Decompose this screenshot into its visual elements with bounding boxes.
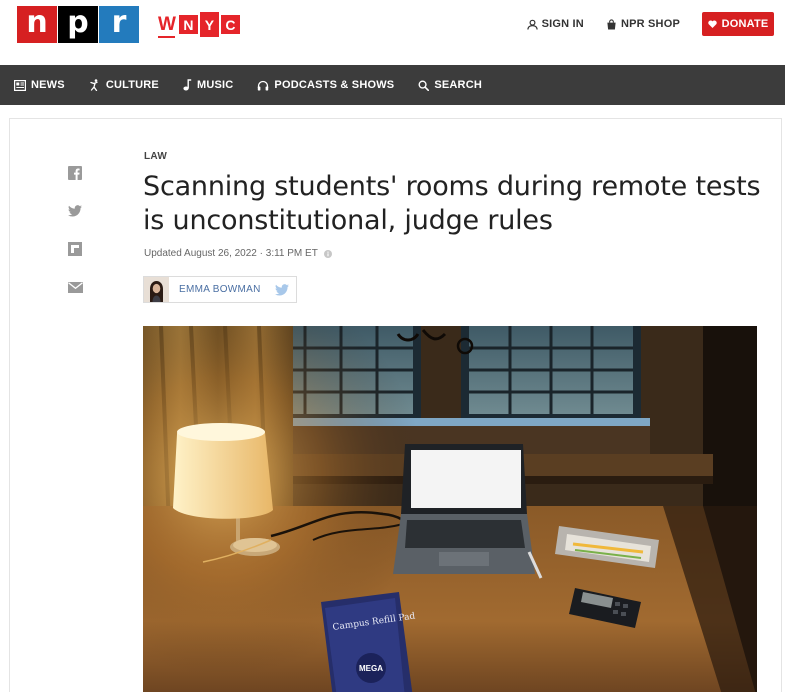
author-twitter-link[interactable] — [274, 283, 289, 296]
share-email-button[interactable] — [67, 279, 83, 295]
lead-photo[interactable]: Campus Refill Pad MEGA — [143, 326, 757, 692]
article-dateline: Updated August 26, 2022 · 3:11 PM ET — [144, 248, 332, 259]
site-header: n p r W N Y C SIGN IN NPR SHOP DONATE — [0, 0, 785, 65]
share-twitter-button[interactable] — [67, 203, 83, 219]
share-flipboard-button[interactable] — [67, 241, 83, 257]
wnyc-logo-letter-c: C — [220, 15, 240, 34]
share-facebook-button[interactable] — [67, 165, 83, 181]
music-note-icon — [183, 79, 192, 91]
main-nav: NEWS CULTURE MUSIC PODCASTS & SHOWS SEAR… — [0, 65, 785, 105]
author-name-link[interactable]: EMMA BOWMAN — [179, 284, 261, 295]
wnyc-logo[interactable]: W N Y C — [158, 6, 240, 43]
donate-label: DONATE — [721, 18, 769, 30]
wnyc-logo-letter-n: N — [178, 15, 198, 34]
donate-button[interactable]: DONATE — [702, 12, 774, 36]
user-icon — [526, 19, 538, 30]
author-avatar[interactable] — [144, 277, 169, 302]
updated-timestamp: Updated August 26, 2022 · 3:11 PM ET — [144, 248, 318, 259]
article-headline: Scanning students' rooms during remote t… — [143, 171, 761, 236]
sign-in-link[interactable]: SIGN IN — [526, 18, 584, 30]
nav-item-search[interactable]: SEARCH — [418, 79, 482, 91]
npr-logo-letter-n: n — [17, 6, 57, 43]
info-icon[interactable] — [323, 249, 332, 258]
flipboard-icon — [68, 242, 82, 256]
npr-shop-link[interactable]: NPR SHOP — [606, 18, 680, 30]
npr-logo[interactable]: n p r — [17, 6, 140, 43]
nav-item-culture-label: CULTURE — [105, 79, 159, 91]
share-tools — [67, 165, 83, 317]
twitter-icon — [274, 283, 289, 296]
article-kicker[interactable]: LAW — [144, 151, 167, 162]
npr-logo-letter-r: r — [99, 6, 139, 43]
lead-photo-illustration: Campus Refill Pad MEGA — [143, 326, 757, 692]
facebook-icon — [68, 166, 82, 180]
sign-in-label: SIGN IN — [541, 18, 584, 30]
nav-item-search-label: SEARCH — [434, 79, 482, 91]
npr-shop-label: NPR SHOP — [620, 18, 680, 30]
nav-item-news-label: NEWS — [31, 79, 65, 91]
news-icon — [14, 79, 26, 91]
wnyc-logo-letter-w: W — [158, 13, 176, 38]
nav-item-culture[interactable]: CULTURE — [89, 79, 159, 91]
nav-item-music[interactable]: MUSIC — [183, 79, 233, 91]
twitter-icon — [68, 205, 82, 217]
header-actions: SIGN IN NPR SHOP DONATE — [526, 12, 774, 36]
shopping-bag-icon — [606, 18, 617, 30]
email-icon — [67, 281, 83, 293]
nav-item-podcasts[interactable]: PODCASTS & SHOWS — [257, 79, 394, 91]
headphones-icon — [257, 80, 269, 91]
culture-icon — [89, 79, 101, 91]
npr-logo-letter-p: p — [58, 6, 98, 43]
nav-item-news[interactable]: NEWS — [14, 79, 65, 91]
search-icon — [418, 80, 430, 91]
heart-icon — [707, 20, 717, 28]
nav-item-music-label: MUSIC — [196, 79, 234, 91]
nav-item-podcasts-label: PODCASTS & SHOWS — [274, 79, 395, 91]
notebook-brand: MEGA — [359, 664, 383, 673]
author-byline: EMMA BOWMAN — [143, 276, 297, 303]
wnyc-logo-letter-y: Y — [199, 12, 219, 37]
